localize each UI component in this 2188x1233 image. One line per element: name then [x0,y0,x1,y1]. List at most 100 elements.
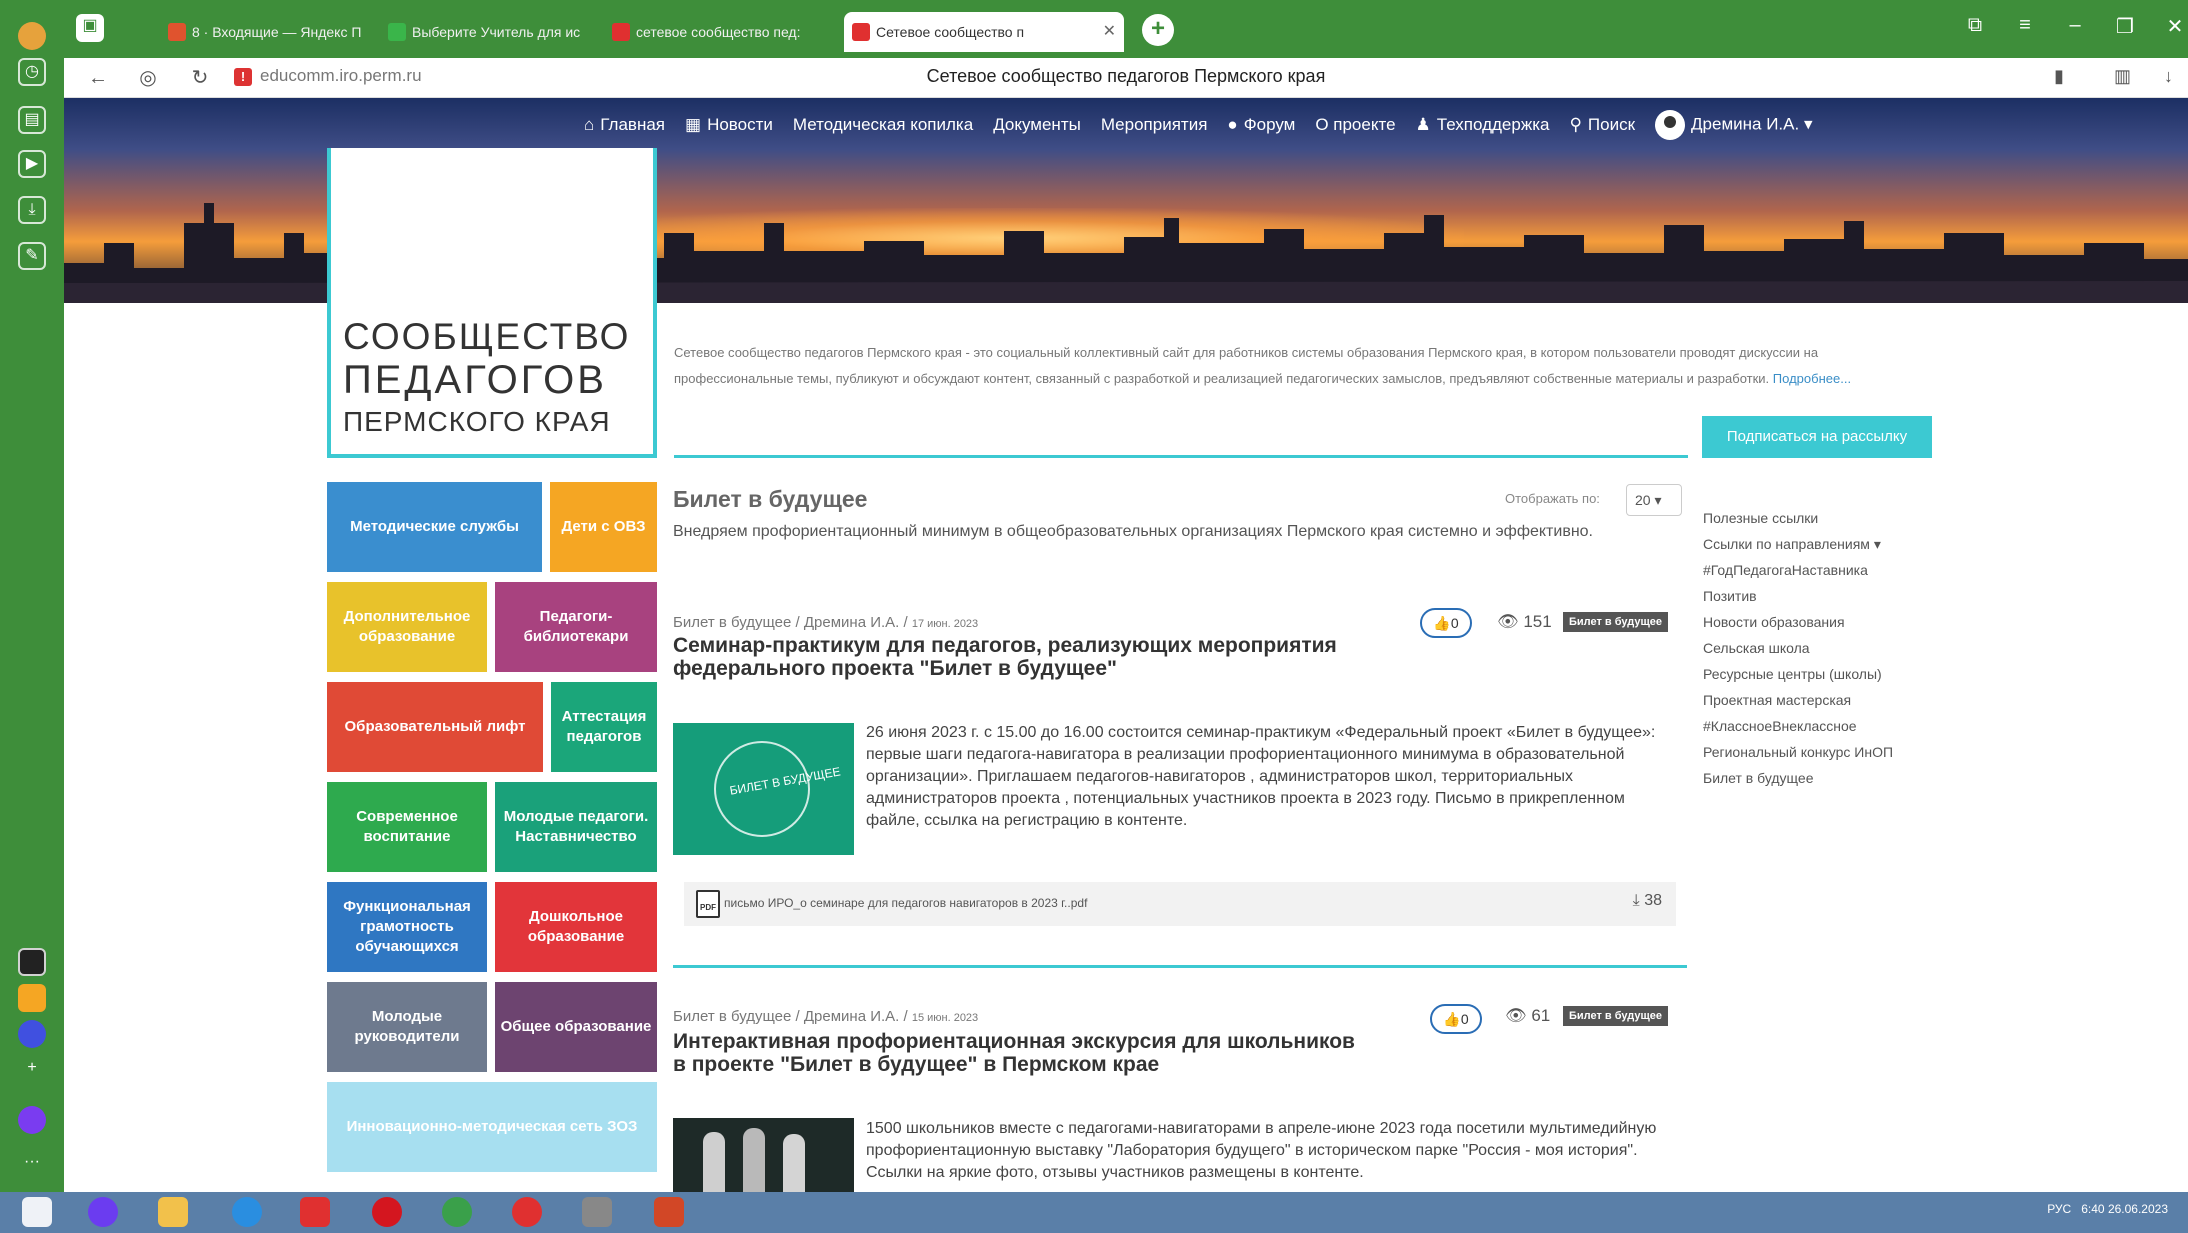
restore-icon[interactable]: ❐ [2110,14,2140,39]
clock-date[interactable]: 26.06.2023 [2108,1202,2168,1216]
nav-support[interactable]: ♟ Техподдержка [1416,115,1550,135]
logo-border [327,148,331,458]
yandex-browser-icon[interactable] [512,1197,542,1227]
tabs-list-icon[interactable]: ⧉ [1960,14,1990,37]
collections-icon[interactable]: ▤ [18,106,46,134]
sidebar-link[interactable]: Новости образования [1703,609,1893,635]
app-icon-3[interactable] [18,1020,46,1048]
sidebar-link[interactable]: Сельская школа [1703,635,1893,661]
tile-functional-literacy[interactable]: Функциональная грамотность обучающихся [327,882,487,972]
explorer-icon[interactable] [158,1197,188,1227]
language-indicator[interactable]: РУС [2047,1202,2071,1216]
minimize-icon[interactable]: – [2060,14,2090,37]
tab-search[interactable]: сетевое сообщество пед: [604,12,824,52]
tab-teacher[interactable]: Выберите Учитель для ис [380,12,590,52]
tab-active[interactable]: Сетевое сообщество п ✕ [844,12,1124,52]
yandex-taskbar-icon[interactable] [300,1197,330,1227]
tag-badge[interactable]: Билет в будущее [1563,612,1668,632]
alice-icon[interactable] [18,1106,46,1134]
tile-innovation-network[interactable]: Инновационно-методическая сеть ЗОЗ [327,1082,657,1172]
sidebar-link[interactable]: Ссылки по направлениям ▾ [1703,531,1893,557]
sidebar-link[interactable]: Региональный конкурс ИнОП [1703,739,1893,765]
tile-young-teachers[interactable]: Молодые педагоги. Наставничество [495,782,657,872]
post-title[interactable]: Семинар-практикум для педагогов, реализу… [673,634,1337,680]
section-title: Билет в будущее [673,486,868,512]
tab-label: Сетевое сообщество п [876,24,1025,40]
download-count[interactable]: ⤓ 38 [1633,892,1662,910]
opera-icon[interactable] [372,1197,402,1227]
nav-news[interactable]: ▦ Новости [685,115,773,135]
view-count: 61 [1531,1006,1551,1025]
attachment-name[interactable]: письмо ИРО_о семинаре для педагогов нави… [724,896,1087,910]
browser-logo-icon[interactable] [18,22,46,50]
sidebar-link[interactable]: Позитив [1703,583,1893,609]
new-tab-button[interactable]: + [1142,14,1174,46]
app-icon-2[interactable] [18,984,46,1012]
post-thumbnail[interactable] [673,1118,854,1192]
nav-events[interactable]: Мероприятия [1101,115,1208,135]
ie-icon[interactable] [232,1197,262,1227]
more-link[interactable]: Подробнее... [1773,371,1851,386]
app-icon-1[interactable] [18,948,46,976]
tile-young-leaders[interactable]: Молодые руководители [327,982,487,1072]
sidebar-link[interactable]: Полезные ссылки [1703,505,1893,531]
nav-documents[interactable]: Документы [993,115,1081,135]
tab-group-icon[interactable]: ▣ [76,14,104,42]
user-menu[interactable]: Дремина И.А. ▾ [1655,110,1812,140]
downloads-icon[interactable]: ↓ [2164,66,2173,87]
tile-method-services[interactable]: Методические службы [327,482,542,572]
nav-home[interactable]: ⌂ Главная [584,115,665,135]
play-icon[interactable]: ▶ [18,150,46,178]
sidebar-link[interactable]: Билет в будущее [1703,765,1893,791]
reader-icon[interactable]: ▥ [2114,66,2131,87]
nav-methods[interactable]: Методическая копилка [793,115,973,135]
tile-general-education[interactable]: Общее образование [495,982,657,1072]
post-body: 26 июня 2023 г. с 15.00 до 16.00 состоит… [866,724,1656,829]
post-author[interactable]: Билет в будущее / Дремина И.А. / [673,614,908,631]
sidebar-link[interactable]: #КлассноеВнеклассное [1703,713,1893,739]
powerpoint-icon[interactable] [654,1197,684,1227]
search-icon: ⚲ [1569,115,1582,134]
post-author[interactable]: Билет в будущее / Дремина И.А. / [673,1008,908,1025]
close-icon[interactable]: ✕ [1103,12,1116,52]
alice-taskbar-icon[interactable] [88,1197,118,1227]
bookmark-icon[interactable]: ▮ [2054,66,2064,87]
app-taskbar-icon[interactable] [582,1197,612,1227]
nav-about[interactable]: О проекте [1315,115,1395,135]
sidebar-link[interactable]: Проектная мастерская [1703,687,1893,713]
post-thumbnail[interactable]: БИЛЕТ В БУДУЩЕЕ [673,723,854,855]
close-window-icon[interactable]: ✕ [2160,14,2188,39]
like-button[interactable]: 👍0 [1430,1004,1482,1034]
tile-modern-upbringing[interactable]: Современное воспитание [327,782,487,872]
windows-start-icon[interactable] [22,1197,52,1227]
post-title[interactable]: Интерактивная профориентационная экскурс… [673,1030,1355,1076]
tile-ovz[interactable]: Дети с ОВЗ [550,482,657,572]
sidebar-link[interactable]: #ГодПедагогаНаставника [1703,557,1893,583]
divider [674,455,1688,458]
tile-librarians[interactable]: Педагоги-библиотекари [495,582,657,672]
home-icon: ⌂ [584,115,595,134]
nav-forum[interactable]: ● Форум [1227,115,1295,135]
tile-edu-lift[interactable]: Образовательный лифт [327,682,543,772]
attachment[interactable]: PDF письмо ИРО_о семинаре для педагогов … [684,882,1676,926]
history-icon[interactable]: ◷ [18,58,46,86]
download-panel-icon[interactable]: ⤓ [18,196,46,224]
subscribe-button[interactable]: Подписаться на рассылку [1702,416,1932,458]
site-icon [852,23,870,41]
more-icon[interactable]: ··· [18,1150,46,1178]
nav-search[interactable]: ⚲ Поиск [1569,115,1635,135]
menu-icon[interactable]: ≡ [2010,14,2040,37]
per-page-select[interactable]: 20 ▾ [1626,484,1682,516]
tile-additional-education[interactable]: Дополнительное образование [327,582,487,672]
notes-icon[interactable]: ✎ [18,242,46,270]
tile-preschool[interactable]: Дошкольное образование [495,882,657,972]
like-count: 0 [1460,1011,1469,1027]
tile-attestation[interactable]: Аттестация педагогов [551,682,657,772]
sidebar-link[interactable]: Ресурсные центры (школы) [1703,661,1893,687]
clock-time[interactable]: 6:40 [2081,1202,2104,1216]
chrome-icon[interactable] [442,1197,472,1227]
add-panel-icon[interactable]: + [18,1056,46,1084]
tag-badge[interactable]: Билет в будущее [1563,1006,1668,1026]
like-button[interactable]: 👍0 [1420,608,1472,638]
tab-mail[interactable]: 8 · Входящие — Яндекс П [160,12,370,52]
